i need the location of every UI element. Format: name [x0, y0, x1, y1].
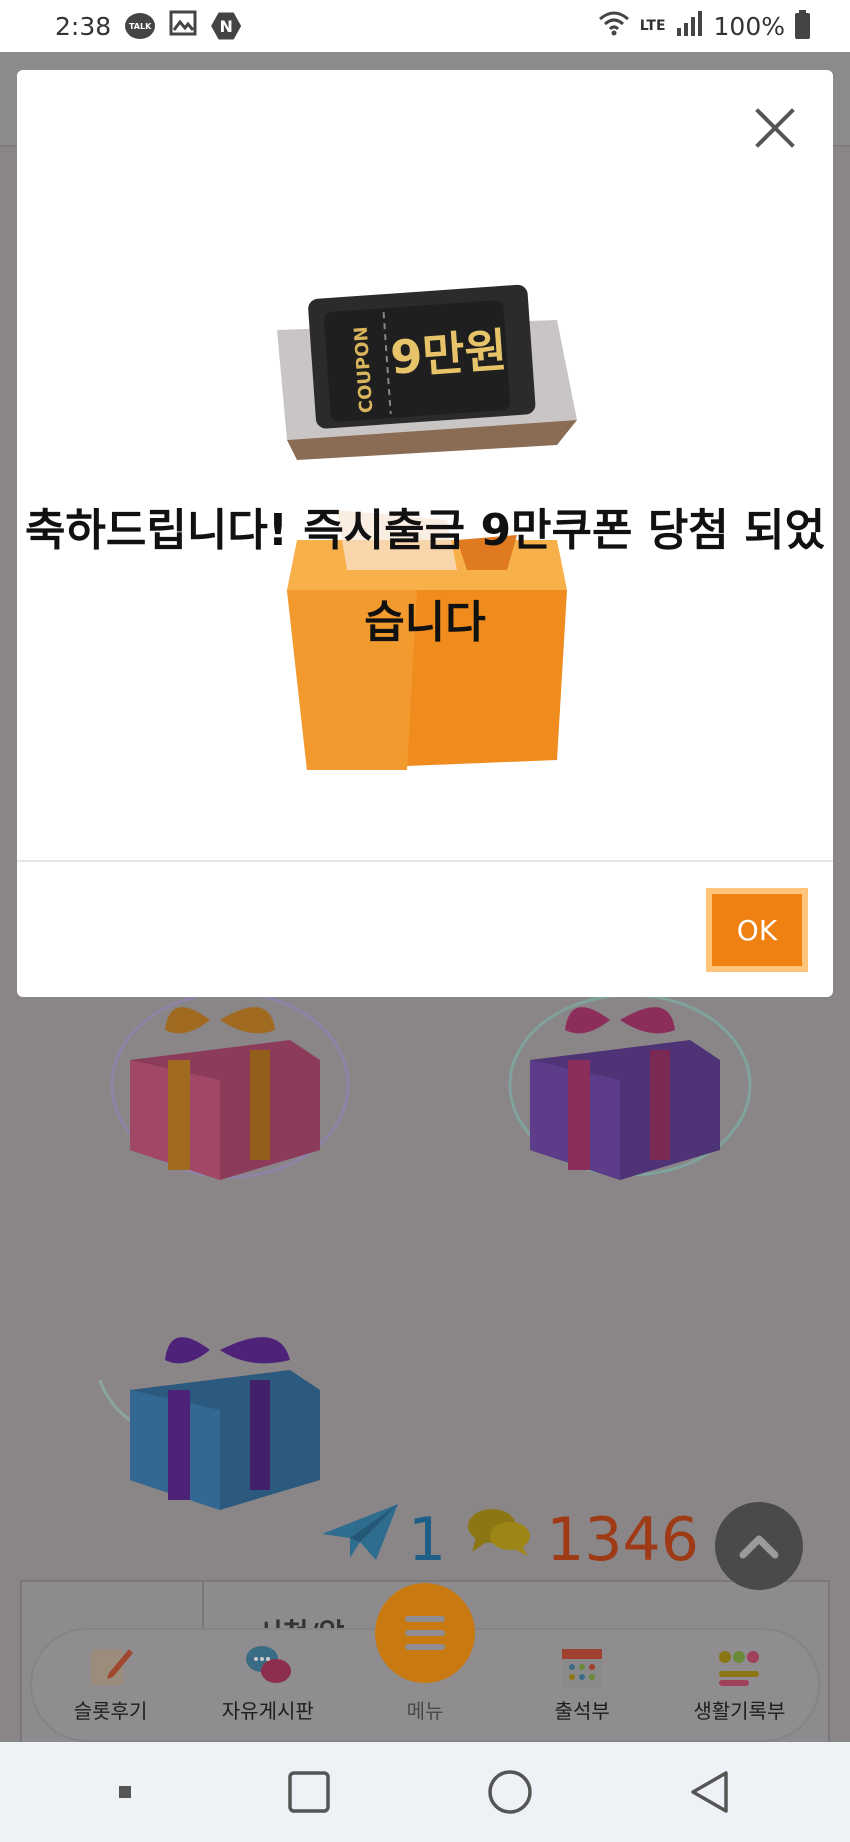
comment-count: 1346 [546, 1504, 699, 1575]
hamburger-menu-icon [405, 1616, 445, 1622]
stats-bar: 1 1346 [320, 1500, 699, 1579]
telegram-stat[interactable]: 1 [320, 1500, 446, 1579]
emoji-record-icon [715, 1643, 763, 1689]
nav-item-attendance[interactable]: 출석부 [512, 1643, 652, 1724]
nav-label: 메뉴 [406, 1699, 444, 1723]
nav-item-life-record[interactable]: 생활기록부 [669, 1643, 809, 1724]
nav-label: 슬롯후기 [73, 1699, 148, 1723]
back-triangle-icon [691, 1771, 728, 1813]
chevron-up-icon [739, 1535, 779, 1559]
recent-apps-button[interactable] [287, 1770, 331, 1814]
chat-bubbles-icon [244, 1643, 292, 1689]
gift-box-pink[interactable] [90, 990, 350, 1194]
battery-percent: 100% [713, 11, 785, 41]
android-nav-bar [0, 1742, 850, 1842]
hamburger-line [405, 1630, 445, 1636]
scroll-to-top-button[interactable] [715, 1502, 803, 1590]
modal-divider [17, 860, 833, 862]
hamburger-line [405, 1644, 445, 1650]
close-icon[interactable] [753, 106, 797, 150]
dot-icon [118, 1786, 131, 1798]
nav-item-slot-review[interactable]: 슬롯후기 [41, 1643, 181, 1724]
gift-box-purple[interactable] [490, 990, 760, 1194]
ok-button[interactable]: OK [706, 888, 808, 972]
gallery-icon [169, 10, 197, 42]
telegram-count: 1 [408, 1504, 447, 1575]
circle-icon [488, 1770, 532, 1814]
battery-icon [795, 10, 810, 39]
naver-icon: N [211, 12, 242, 40]
status-bar: 2:38 TALK N LTE 100% [0, 0, 850, 52]
calendar-icon [558, 1643, 606, 1689]
status-time: 2:38 [55, 11, 112, 41]
nav-label: 자유게시판 [221, 1699, 314, 1723]
wifi-icon [598, 10, 630, 42]
nav-item-free-board[interactable]: 자유게시판 [198, 1643, 338, 1724]
home-button[interactable] [487, 1769, 533, 1815]
gift-box-blue[interactable] [90, 1320, 360, 1524]
notification-dot-button[interactable] [118, 1785, 132, 1799]
modal-message: 축하드립니다! 즉시출금 9만쿠폰 당첨 되었습니다 [24, 505, 826, 648]
paper-plane-icon [320, 1500, 400, 1579]
menu-button[interactable] [375, 1583, 475, 1683]
nav-label: 출석부 [554, 1699, 610, 1723]
back-button[interactable] [688, 1769, 732, 1815]
kakaotalk-icon: TALK [125, 13, 156, 39]
square-icon [288, 1771, 330, 1813]
nav-label: 생활기록부 [693, 1699, 786, 1723]
speech-bubbles-icon [466, 1504, 532, 1575]
signal-icon [676, 10, 704, 42]
review-icon [87, 1643, 135, 1689]
coupon-modal: COUPON 9만원 축하드립니다! 즉시출금 9만쿠폰 당첨 되었습니다 OK [17, 70, 833, 997]
coupon-amount: 9만원 [389, 323, 509, 385]
comment-stat[interactable]: 1346 [466, 1504, 699, 1575]
network-type: LTE [639, 17, 666, 34]
